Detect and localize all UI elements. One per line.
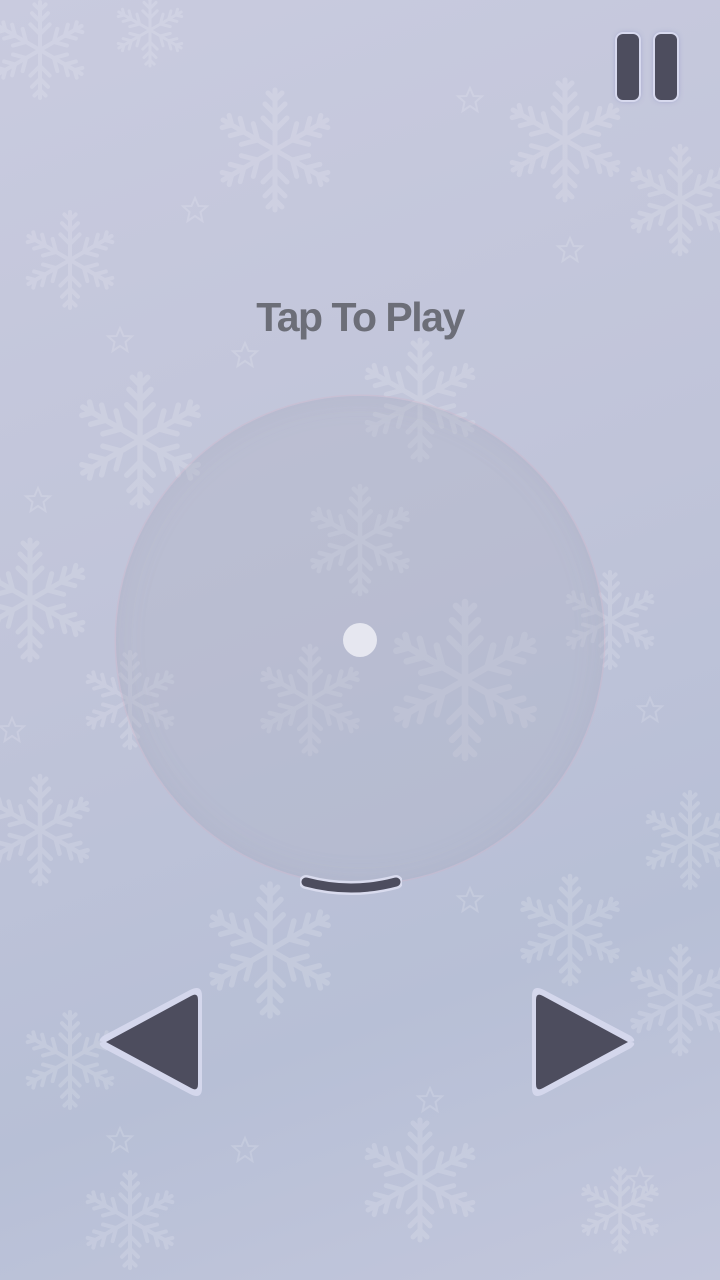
move-left-button[interactable] bbox=[90, 982, 224, 1104]
pause-bar-right bbox=[655, 34, 677, 100]
tap-to-play-prompt: Tap To Play bbox=[256, 294, 465, 340]
triangle-left-icon bbox=[99, 988, 202, 1096]
triangle-right-icon bbox=[532, 988, 635, 1096]
move-right-button[interactable] bbox=[510, 982, 644, 1104]
pause-button[interactable] bbox=[612, 32, 682, 104]
ball bbox=[343, 623, 377, 657]
paddle bbox=[300, 872, 402, 896]
pause-bar-left bbox=[617, 34, 639, 100]
